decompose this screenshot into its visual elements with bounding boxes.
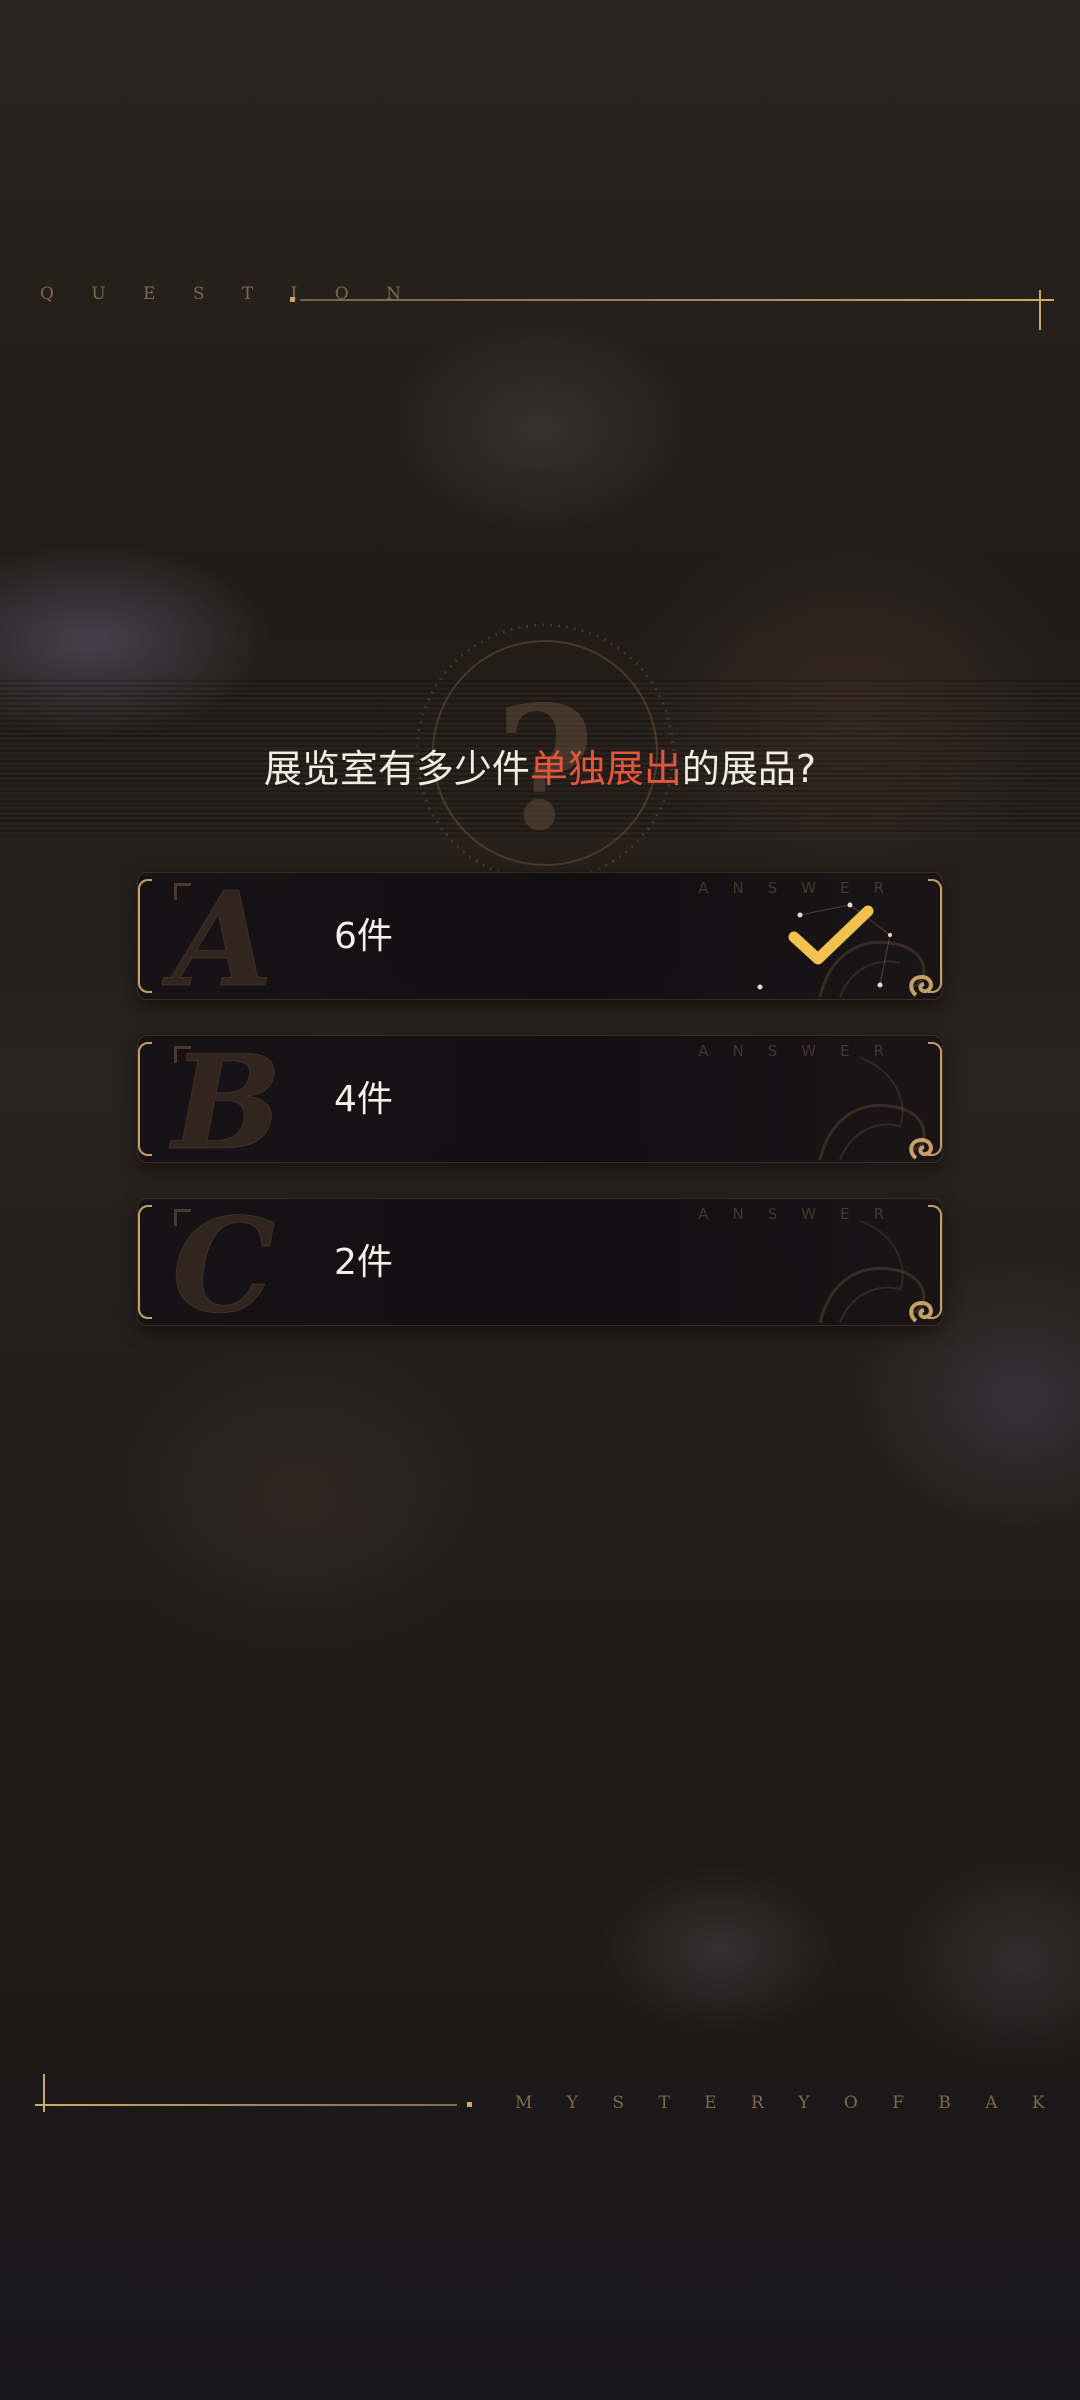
footer-divider	[35, 2104, 457, 2106]
option-c-button[interactable]: C 2件 ANSWER	[137, 1198, 943, 1326]
question-suffix: 的展品?	[681, 747, 817, 791]
question-header-label: Q U E S T I O N	[40, 284, 418, 304]
quiz-screen: Q U E S T I O N ? 展览室有多少件单独展出的展品? A 6件 A…	[0, 0, 1080, 2400]
corner-bracket-icon	[174, 1209, 191, 1226]
swirl-ornament-icon	[818, 1220, 933, 1323]
option-text: 2件	[334, 1242, 393, 1283]
checkmark-icon	[788, 905, 874, 965]
header-cross-vertical	[1039, 290, 1041, 330]
option-b-button[interactable]: B 4件 ANSWER	[137, 1035, 943, 1163]
question-text: 展览室有多少件单独展出的展品?	[0, 738, 1080, 793]
option-text: 6件	[334, 916, 393, 957]
option-a-button[interactable]: A 6件 ANSWER	[137, 872, 943, 1000]
header-divider	[300, 299, 1040, 301]
footer-cross	[43, 2074, 45, 2112]
footer-line-dot	[467, 2102, 472, 2107]
option-text: 4件	[334, 1079, 393, 1120]
question-prefix: 展览室有多少件	[263, 747, 530, 791]
swirl-ornament-icon	[818, 1057, 933, 1160]
corner-bracket-icon	[174, 1046, 191, 1063]
header-line-dot	[290, 297, 295, 302]
question-highlight: 单独展出	[529, 747, 682, 791]
corner-bracket-icon	[174, 883, 191, 900]
footer-label: M Y S T E R Y O F B A K E R L O N	[515, 2093, 1080, 2113]
